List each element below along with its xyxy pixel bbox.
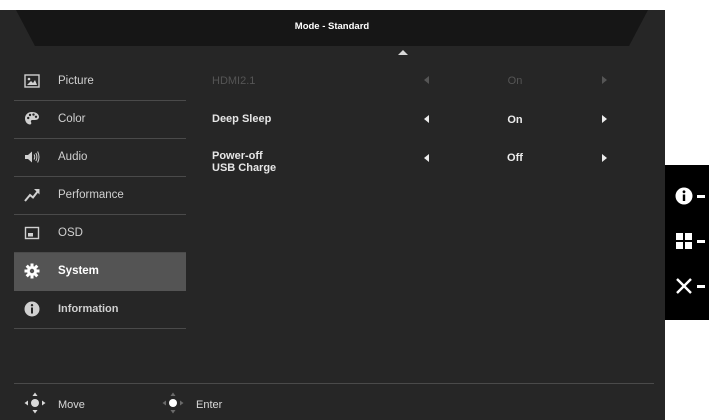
mode-title: Mode - Standard xyxy=(294,21,370,32)
sidebar-item-label: Color xyxy=(58,113,86,125)
setting-label: Deep Sleep xyxy=(212,113,272,125)
sidebar-item-label: Performance xyxy=(58,189,124,201)
sidebar-item-system[interactable]: System xyxy=(14,253,186,291)
grid-icon[interactable] xyxy=(675,232,693,250)
key-dash xyxy=(697,195,705,198)
setting-value: On xyxy=(507,75,523,87)
footer-divider xyxy=(14,383,654,384)
move-joystick-icon xyxy=(24,392,46,414)
info-icon xyxy=(24,301,40,317)
trend-arrow-icon xyxy=(24,189,40,202)
osd-icon xyxy=(24,226,40,240)
chevron-right-icon[interactable] xyxy=(602,76,607,84)
chevron-right-icon[interactable] xyxy=(602,115,607,123)
sidebar-item-osd[interactable]: OSD xyxy=(14,215,186,253)
key-dash xyxy=(697,240,705,243)
sidebar-item-label: OSD xyxy=(58,227,83,239)
chevron-left-icon[interactable] xyxy=(424,154,429,162)
title-bar: Mode - Standard xyxy=(16,10,648,46)
chevron-left-icon[interactable] xyxy=(424,76,429,84)
sidebar-item-label: Information xyxy=(58,303,119,315)
sidebar-item-performance[interactable]: Performance xyxy=(14,177,186,215)
chevron-left-icon[interactable] xyxy=(424,115,429,123)
sidebar-item-picture[interactable]: Picture xyxy=(14,63,186,101)
setting-value: On xyxy=(507,114,523,126)
info-icon[interactable] xyxy=(675,187,693,205)
osd-menu: Mode - Standard Picture Color Audio Perf… xyxy=(0,10,665,420)
setting-label-line2: USB Charge xyxy=(212,162,277,174)
move-hint: Move xyxy=(58,399,85,411)
scroll-up-icon xyxy=(398,50,408,55)
setting-label: HDMI2.1 xyxy=(212,75,256,87)
sidebar-item-audio[interactable]: Audio xyxy=(14,139,186,177)
sidebar-item-color[interactable]: Color xyxy=(14,101,186,139)
enter-joystick-icon xyxy=(162,392,184,414)
setting-value: Off xyxy=(507,152,523,164)
palette-icon xyxy=(25,112,39,125)
sidebar-item-label: Audio xyxy=(58,151,88,163)
chevron-right-icon[interactable] xyxy=(602,154,607,162)
picture-icon xyxy=(24,74,40,88)
close-icon[interactable] xyxy=(675,277,693,295)
enter-hint: Enter xyxy=(196,399,223,411)
sidebar-item-label: System xyxy=(58,265,99,277)
sidebar-item-label: Picture xyxy=(58,75,94,87)
gear-icon xyxy=(24,263,40,279)
speaker-icon xyxy=(25,151,40,163)
sidebar-item-information[interactable]: Information xyxy=(14,291,186,329)
hotkey-panel xyxy=(665,165,709,320)
key-dash xyxy=(697,285,705,288)
setting-label-line1: Power-off xyxy=(212,150,263,162)
